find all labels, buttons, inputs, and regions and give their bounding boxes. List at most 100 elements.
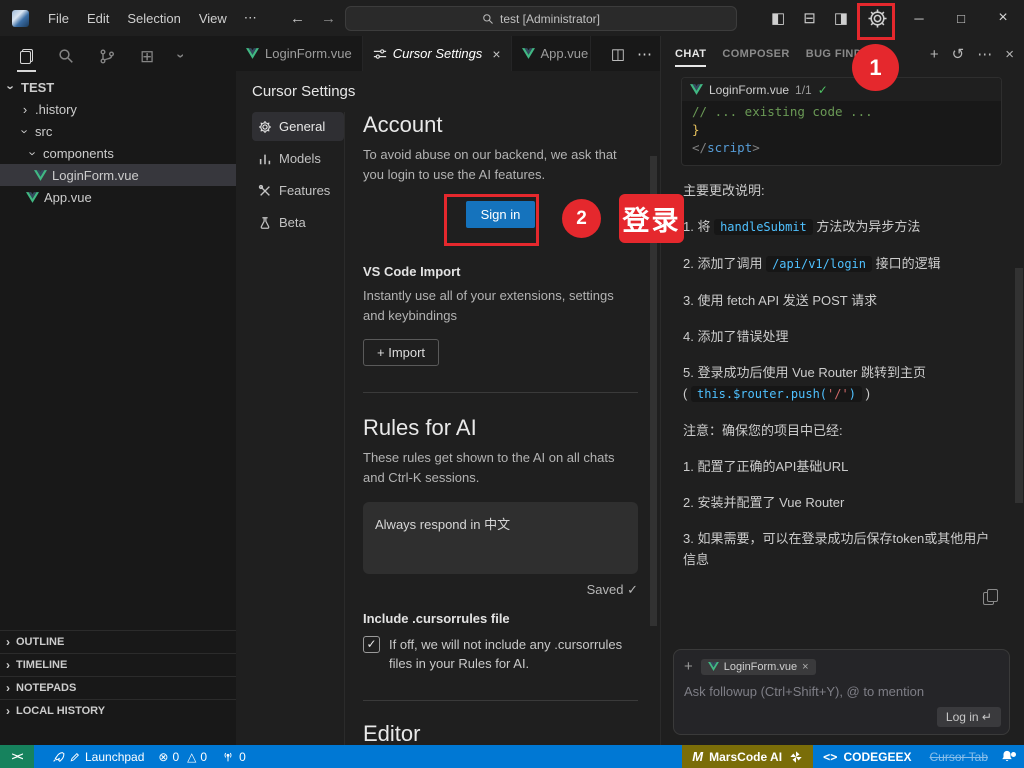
section-local-history[interactable]: › LOCAL HISTORY: [0, 699, 236, 722]
chat-message: 3. 如果需要，可以在登录成功后保存token或其他用户信息: [683, 528, 998, 570]
extensions-tab-icon[interactable]: ⊞: [140, 48, 154, 65]
copy-message-icon[interactable]: [983, 589, 998, 605]
pinwheel-icon: [789, 750, 803, 764]
search-icon: [482, 13, 494, 25]
title-bar: File Edit Selection View ⋯ ← → test [Adm…: [0, 0, 1024, 37]
sign-in-button[interactable]: Sign in: [466, 201, 536, 228]
menu-view[interactable]: View: [190, 7, 236, 30]
tree-root-test[interactable]: › TEST: [0, 76, 236, 98]
new-chat-icon[interactable]: +: [930, 46, 939, 63]
chip-close-icon[interactable]: ×: [802, 661, 808, 673]
split-editor-icon[interactable]: ◫: [611, 45, 625, 63]
section-notepads[interactable]: › NOTEPADS: [0, 676, 236, 699]
tab-appvue[interactable]: App.vue: [512, 36, 591, 71]
chat-input-box[interactable]: + LoginForm.vue × Ask followup (Ctrl+Shi…: [673, 649, 1010, 735]
toggle-sidebar-left-icon[interactable]: ◧: [762, 9, 794, 27]
include-cursorrules-heading: Include .cursorrules file: [363, 611, 638, 626]
chat-message: 5. 登录成功后使用 Vue Router 跳转到主页 ( this.$rout…: [683, 362, 998, 405]
chat-more-icon[interactable]: ⋯: [977, 45, 992, 63]
editor-scrollbar[interactable]: [650, 156, 657, 626]
window-minimize-button[interactable]: ─: [898, 0, 940, 36]
window-close-button[interactable]: ×: [982, 0, 1024, 36]
add-context-icon[interactable]: +: [684, 658, 693, 675]
remote-indicator[interactable]: ><: [0, 745, 34, 768]
vscode-import-description: Instantly use all of your extensions, se…: [363, 286, 638, 326]
settings-gear-button[interactable]: [857, 8, 898, 29]
tab-loginform[interactable]: LoginForm.vue: [236, 36, 363, 71]
codegeex-item[interactable]: <> CODEGEEX: [813, 750, 921, 764]
nav-back-icon[interactable]: ←: [290, 10, 305, 27]
inline-code: this.$router.push('/'): [691, 386, 862, 402]
search-tab-icon[interactable]: [58, 48, 74, 64]
section-timeline[interactable]: › TIMELINE: [0, 653, 236, 676]
menu-selection[interactable]: Selection: [118, 7, 189, 30]
divider: [363, 392, 638, 393]
tab-bug-finder[interactable]: BUG FINDER: [806, 48, 878, 60]
applied-check-icon: ✓: [818, 83, 828, 97]
status-bar: >< Launchpad ⊗ 0 △ 0 0: [0, 745, 1024, 768]
history-icon[interactable]: ↺: [952, 45, 965, 63]
notifications-item[interactable]: [996, 749, 1024, 764]
nav-forward-icon[interactable]: →: [321, 10, 336, 27]
saved-status: Saved ✓: [363, 582, 638, 598]
sliders-icon: [373, 47, 387, 61]
menu-edit[interactable]: Edit: [78, 7, 118, 30]
editor-heading: Editor: [363, 721, 638, 747]
activity-more-icon[interactable]: ›: [174, 54, 190, 59]
launchpad-item[interactable]: Launchpad: [44, 745, 151, 768]
marscode-item[interactable]: M MarsCode AI: [682, 745, 813, 768]
tab-cursor-settings[interactable]: Cursor Settings ×: [363, 36, 512, 71]
broadcast-icon: [221, 750, 235, 763]
tree-item-components[interactable]: › components: [0, 142, 236, 164]
explorer-tab-icon[interactable]: [20, 49, 33, 64]
import-button[interactable]: + Import: [363, 339, 439, 366]
settings-nav-features[interactable]: Features: [252, 176, 344, 205]
vue-icon: [522, 48, 535, 59]
tab-close-icon[interactable]: ×: [492, 46, 500, 62]
editor-area: LoginForm.vue Cursor Settings × App.vue …: [236, 36, 660, 745]
menu-more-icon[interactable]: ⋯: [236, 6, 265, 30]
tree-item-history[interactable]: › .history: [0, 98, 236, 120]
chat-message: 2. 添加了调用 /api/v1/login 接口的逻辑: [683, 253, 998, 275]
chat-message: 3. 使用 fetch API 发送 POST 请求: [683, 290, 998, 311]
toggle-panel-icon[interactable]: ⊟: [794, 9, 825, 27]
editor-more-icon[interactable]: ⋯: [637, 45, 652, 63]
command-search-box[interactable]: test [Administrator]: [345, 6, 737, 31]
context-chip-loginform[interactable]: LoginForm.vue ×: [701, 659, 816, 675]
vue-icon: [708, 662, 719, 671]
warnings-icon: △: [187, 750, 196, 764]
chat-messages: 主要更改说明: 1. 将 handleSubmit 方法改为异步方法 2. 添加…: [661, 166, 1024, 570]
settings-nav: General Models Features: [252, 112, 344, 747]
chat-message: 注意：确保您的项目中已经:: [683, 420, 998, 441]
problems-item[interactable]: ⊗ 0 △ 0: [151, 745, 214, 768]
source-control-tab-icon[interactable]: [99, 48, 115, 64]
chat-scrollbar[interactable]: [1015, 268, 1023, 503]
tree-item-appvue[interactable]: App.vue: [0, 186, 236, 208]
toggle-sidebar-right-icon[interactable]: ◨: [825, 9, 857, 27]
code-file-name[interactable]: LoginForm.vue: [709, 83, 789, 97]
codegeex-logo-icon: <>: [823, 750, 837, 764]
rules-textarea[interactable]: Always respond in 中文: [363, 502, 638, 574]
chat-close-icon[interactable]: ×: [1005, 46, 1014, 63]
chat-message: 主要更改说明:: [683, 180, 998, 201]
tree-item-loginform[interactable]: LoginForm.vue: [0, 164, 236, 186]
chat-login-button[interactable]: Log in ↵: [937, 707, 1001, 727]
code-line: // ... existing code ...: [692, 103, 991, 121]
gear-icon: [258, 120, 272, 134]
vscode-import-heading: VS Code Import: [363, 264, 638, 279]
tree-item-src[interactable]: › src: [0, 120, 236, 142]
settings-nav-models[interactable]: Models: [252, 144, 344, 173]
pen-icon: [69, 751, 81, 763]
include-cursorrules-checkbox[interactable]: ✓: [363, 636, 380, 653]
settings-nav-beta[interactable]: Beta: [252, 208, 344, 237]
settings-nav-general[interactable]: General: [252, 112, 344, 141]
tab-composer[interactable]: COMPOSER: [722, 48, 789, 60]
cursor-tab-item[interactable]: Cursor Tab: [922, 750, 996, 764]
window-maximize-button[interactable]: □: [940, 0, 982, 36]
menu-file[interactable]: File: [39, 7, 78, 30]
chat-message: 4. 添加了错误处理: [683, 326, 998, 347]
ports-item[interactable]: 0: [214, 745, 253, 768]
section-outline[interactable]: › OUTLINE: [0, 630, 236, 653]
tab-chat[interactable]: CHAT: [675, 48, 706, 60]
search-value: test [Administrator]: [500, 12, 600, 26]
